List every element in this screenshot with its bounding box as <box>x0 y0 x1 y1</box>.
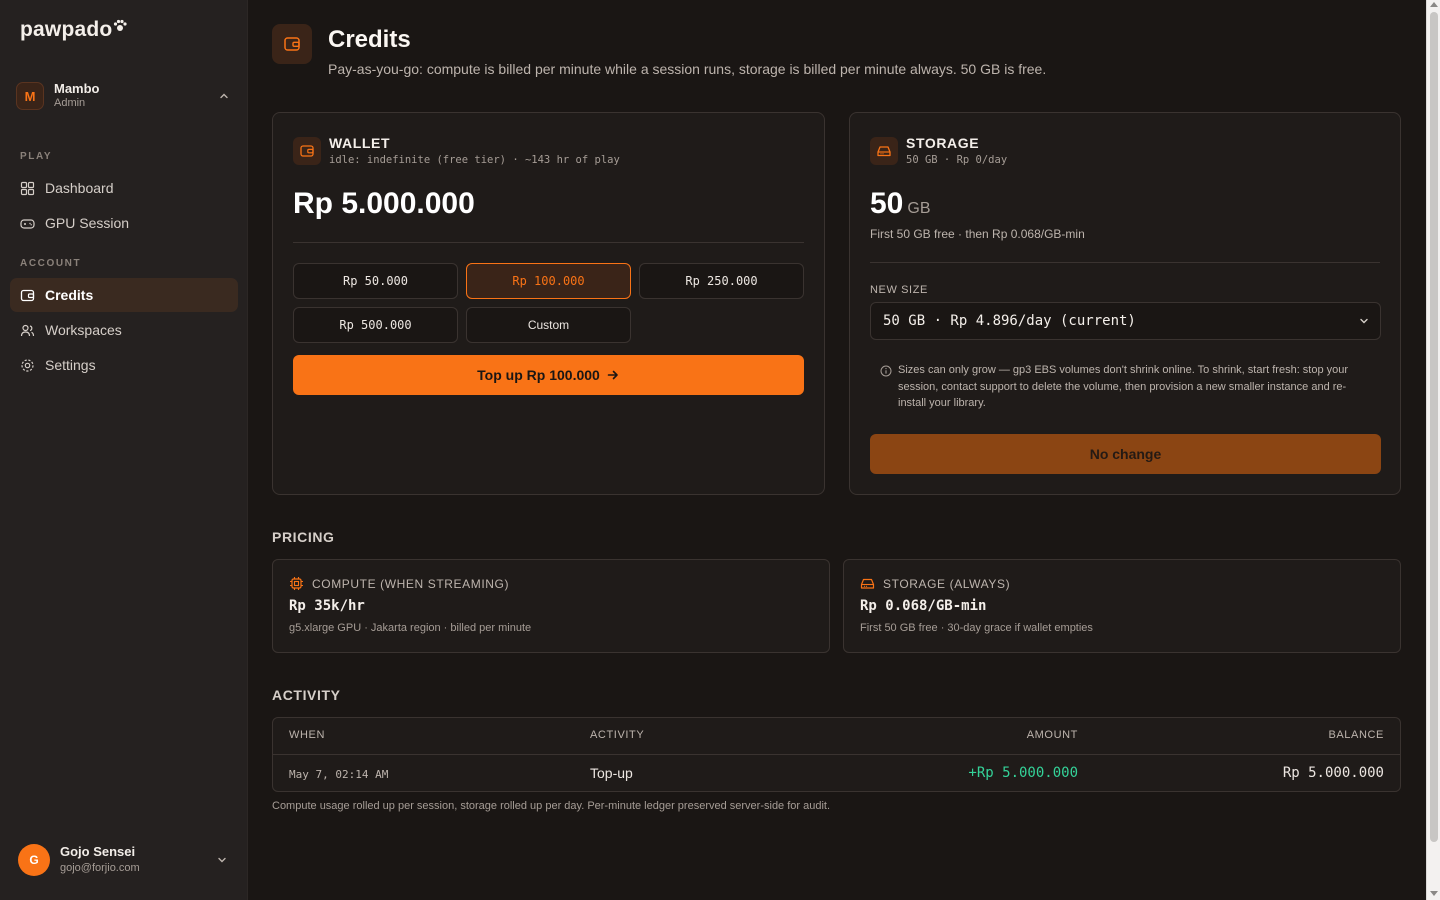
scroll-up-icon[interactable] <box>1430 2 1438 7</box>
user-avatar: G <box>18 844 50 876</box>
divider <box>870 262 1380 263</box>
account-role: Admin <box>54 97 86 110</box>
amount-option-50k[interactable]: Rp 50.000 <box>293 263 458 299</box>
account-avatar: M <box>16 82 44 110</box>
activity-table: WHEN ACTIVITY AMOUNT BALANCE May 7, 02:1… <box>272 717 1401 792</box>
storage-card: STORAGE 50 GB · Rp 0/day 50 GB First 50 G… <box>849 112 1401 495</box>
chevron-up-icon <box>218 89 230 107</box>
compute-detail: g5.xlarge GPU · Jakarta region · billed … <box>289 622 532 634</box>
app-logo[interactable]: pawpado <box>20 15 128 42</box>
wallet-balance: Rp 5.000.000 <box>293 187 475 220</box>
user-name: Gojo Sensei <box>60 844 136 860</box>
sidebar-item-label: Credits <box>45 287 94 303</box>
sidebar: pawpado M Mambo Admin PLAY Dashboard GPU… <box>0 0 248 900</box>
activity-footnote: Compute usage rolled up per session, sto… <box>272 800 831 812</box>
scroll-down-icon[interactable] <box>1430 891 1438 896</box>
sidebar-item-label: Workspaces <box>45 322 122 338</box>
wallet-title: WALLET <box>329 135 391 151</box>
amount-option-100k[interactable]: Rp 100.000 <box>466 263 631 299</box>
storage-free-note: First 50 GB free · then Rp 0.068/GB-min <box>870 227 1085 241</box>
amount-option-500k[interactable]: Rp 500.000 <box>293 307 458 343</box>
sidebar-item-label: Settings <box>45 357 96 373</box>
wallet-icon <box>272 24 312 64</box>
gamepad-icon <box>20 216 35 231</box>
pricing-heading: PRICING <box>272 529 335 545</box>
hard-drive-icon <box>870 137 898 165</box>
compute-pricing-title: COMPUTE (WHEN STREAMING) <box>312 576 510 591</box>
storage-note-text: Sizes can only grow — gp3 EBS volumes do… <box>898 364 1349 409</box>
row-when: May 7, 02:14 AM <box>289 768 389 781</box>
arrow-right-icon <box>606 368 620 382</box>
storage-title: STORAGE <box>906 135 980 151</box>
new-size-selected: 50 GB · Rp 4.896/day (current) <box>883 313 1136 329</box>
logo-text: pawpado <box>20 18 113 41</box>
cpu-icon <box>289 576 304 591</box>
column-header-amount: AMOUNT <box>1026 729 1078 741</box>
sidebar-item-label: Dashboard <box>45 180 114 196</box>
storage-size: 50 GB <box>870 187 931 221</box>
storage-size-value: 50 <box>870 187 904 220</box>
page-title: Credits <box>328 26 411 53</box>
grid-icon <box>20 181 35 196</box>
account-name: Mambo <box>54 81 100 96</box>
sidebar-item-dashboard[interactable]: Dashboard <box>10 171 238 205</box>
users-icon <box>20 323 35 338</box>
storage-size-unit: GB <box>907 200 931 217</box>
sidebar-item-workspaces[interactable]: Workspaces <box>10 313 238 347</box>
storage-pricing-header: STORAGE (ALWAYS) <box>860 576 1010 591</box>
sidebar-item-label: GPU Session <box>45 215 130 231</box>
activity-heading: ACTIVITY <box>272 687 341 703</box>
user-menu[interactable]: G Gojo Sensei gojo@forjio.com <box>18 842 238 878</box>
amount-option-250k[interactable]: Rp 250.000 <box>639 263 804 299</box>
divider <box>273 754 1400 755</box>
storage-detail: First 50 GB free · 30-day grace if walle… <box>860 622 1093 634</box>
gear-icon <box>20 358 35 373</box>
column-header-balance: BALANCE <box>1328 729 1384 741</box>
amount-option-custom[interactable]: Custom <box>466 307 631 343</box>
row-amount: +Rp 5.000.000 <box>968 765 1078 781</box>
page-subtitle: Pay-as-you-go: compute is billed per min… <box>328 61 1047 77</box>
sidebar-item-gpu-session[interactable]: GPU Session <box>10 206 238 240</box>
nav-section-account: ACCOUNT <box>20 258 82 269</box>
column-header-activity: ACTIVITY <box>590 729 645 741</box>
storage-status: 50 GB · Rp 0/day <box>906 154 1008 166</box>
wallet-icon <box>293 137 321 165</box>
new-size-label: NEW SIZE <box>870 284 928 296</box>
wallet-icon <box>20 288 35 303</box>
compute-pricing-header: COMPUTE (WHEN STREAMING) <box>289 576 509 591</box>
no-change-button[interactable]: No change <box>870 434 1381 474</box>
new-size-select[interactable]: 50 GB · Rp 4.896/day (current) <box>870 302 1381 340</box>
hard-drive-icon <box>860 576 875 591</box>
scrollbar-thumb[interactable] <box>1430 12 1438 842</box>
vertical-scrollbar[interactable] <box>1426 0 1440 900</box>
paw-icon <box>113 15 128 39</box>
divider <box>293 242 804 243</box>
compute-pricing-card: COMPUTE (WHEN STREAMING) Rp 35k/hr g5.xl… <box>272 559 830 653</box>
storage-note: Sizes can only grow — gp3 EBS volumes do… <box>880 362 1370 412</box>
wallet-card: WALLET idle: indefinite (free tier) · ~1… <box>272 112 825 495</box>
column-header-when: WHEN <box>289 729 326 741</box>
compute-price: Rp 35k/hr <box>289 598 365 614</box>
chevron-down-icon <box>1358 315 1370 327</box>
sidebar-item-credits[interactable]: Credits <box>10 278 238 312</box>
nav-section-play: PLAY <box>20 151 53 162</box>
account-switcher[interactable]: M Mambo Admin <box>10 76 238 116</box>
top-up-label: Top up Rp 100.000 <box>477 367 600 383</box>
top-up-button[interactable]: Top up Rp 100.000 <box>293 355 804 395</box>
storage-price: Rp 0.068/GB-min <box>860 598 987 614</box>
sidebar-item-settings[interactable]: Settings <box>10 348 238 382</box>
chevron-down-icon <box>216 853 228 871</box>
info-icon <box>880 364 892 412</box>
storage-pricing-title: STORAGE (ALWAYS) <box>883 576 1011 591</box>
storage-pricing-card: STORAGE (ALWAYS) Rp 0.068/GB-min First 5… <box>843 559 1401 653</box>
wallet-status: idle: indefinite (free tier) · ~143 hr o… <box>329 154 620 166</box>
user-email: gojo@forjio.com <box>60 862 140 875</box>
row-activity: Top-up <box>590 765 633 781</box>
main-content: Credits Pay-as-you-go: compute is billed… <box>248 0 1426 900</box>
row-balance: Rp 5.000.000 <box>1282 765 1384 781</box>
